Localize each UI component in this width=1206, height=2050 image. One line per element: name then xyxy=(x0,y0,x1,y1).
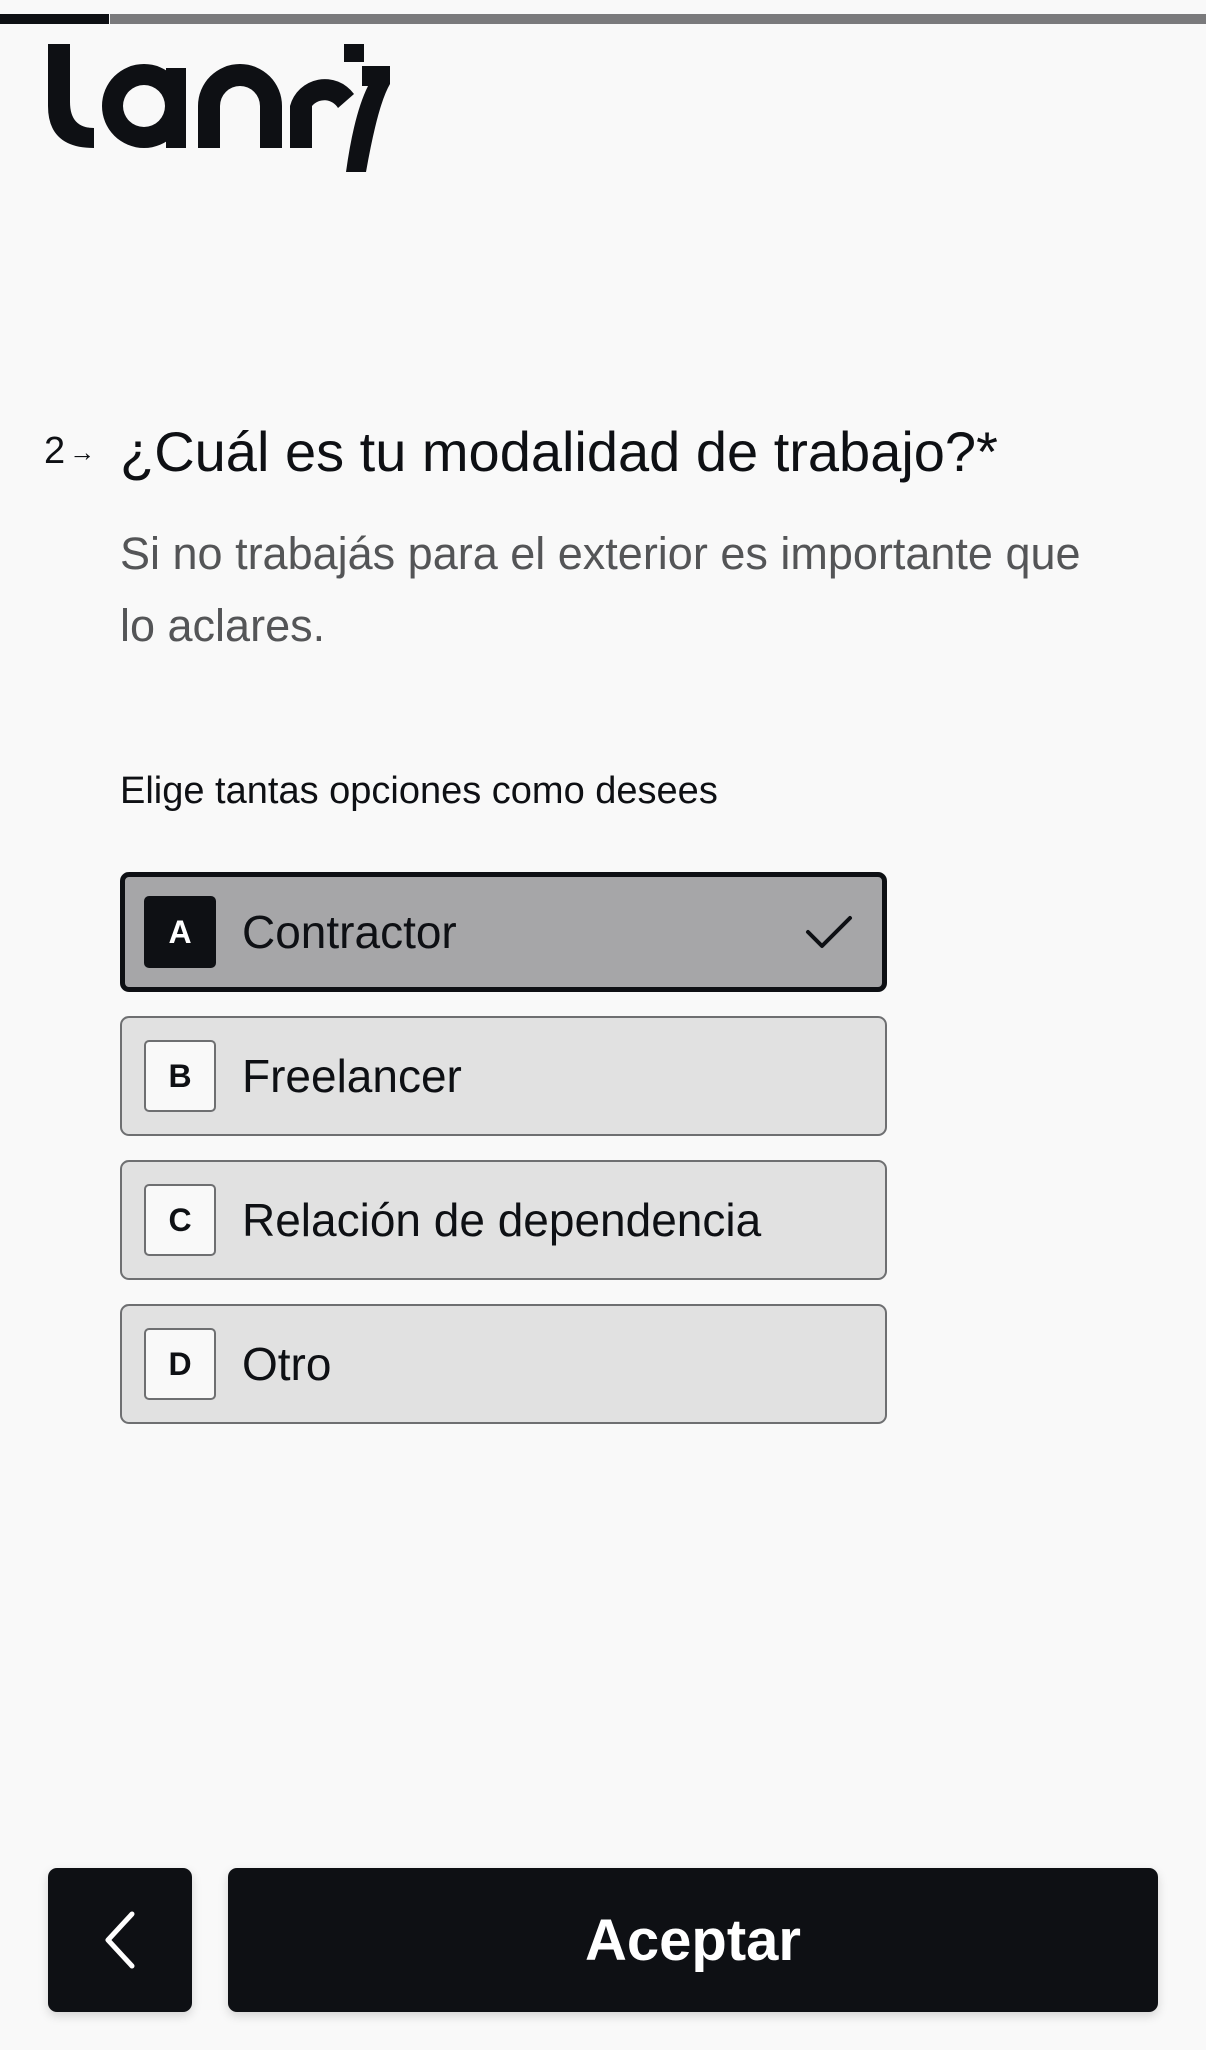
chevron-left-icon xyxy=(105,1911,135,1969)
accept-button[interactable]: Aceptar xyxy=(228,1868,1158,2012)
choice-key: D xyxy=(144,1328,216,1400)
multi-select-hint: Elige tantas opciones como desees xyxy=(120,770,718,812)
question-title: ¿Cuál es tu modalidad de trabajo?* xyxy=(120,420,998,483)
choice-key: B xyxy=(144,1040,216,1112)
question-number-value: 2 xyxy=(44,430,66,472)
brand-logo xyxy=(48,44,390,172)
choice-key: A xyxy=(144,896,216,968)
choice-option-a[interactable]: A Contractor xyxy=(120,872,887,992)
choice-option-d[interactable]: D Otro xyxy=(120,1304,887,1424)
choice-label: Relación de dependencia xyxy=(242,1194,762,1246)
progress-fill xyxy=(0,14,109,24)
choice-label: Otro xyxy=(242,1338,332,1390)
progress-track xyxy=(110,14,1206,24)
choice-label: Freelancer xyxy=(242,1050,462,1102)
question-description: Si no trabajás para el exterior es impor… xyxy=(120,528,1081,651)
choice-label: Contractor xyxy=(242,906,457,958)
brand-logo-wordmark xyxy=(48,44,390,172)
question-number: 2 → xyxy=(44,430,95,473)
arrow-right-icon: → xyxy=(69,436,96,467)
checkmark-icon xyxy=(806,916,852,948)
choice-option-c[interactable]: C Relación de dependencia xyxy=(120,1160,887,1280)
choice-key: C xyxy=(144,1184,216,1256)
choice-option-b[interactable]: B Freelancer xyxy=(120,1016,887,1136)
choice-list: A Contractor B Freelancer C Relación de … xyxy=(120,872,887,1448)
progress-bar xyxy=(0,14,1206,24)
back-button[interactable] xyxy=(48,1868,192,2012)
